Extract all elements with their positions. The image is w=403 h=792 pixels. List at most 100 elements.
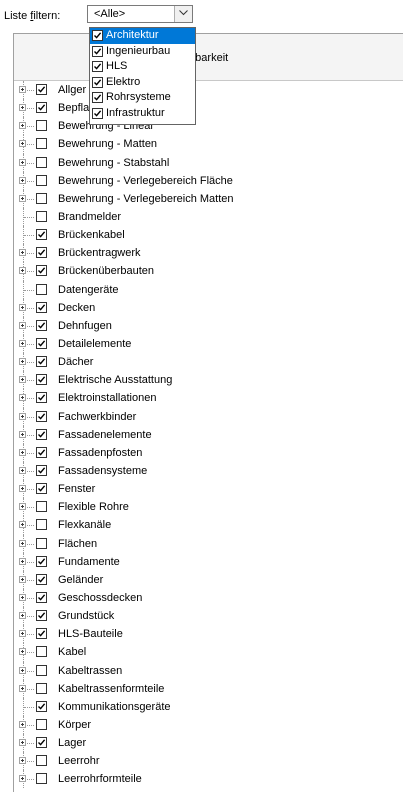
expand-plus-icon[interactable] [19, 684, 26, 692]
category-row[interactable]: Decken [14, 298, 403, 317]
category-row[interactable]: Detailelemente [14, 334, 403, 354]
expand-plus-icon[interactable] [19, 122, 26, 130]
expand-plus-icon[interactable] [19, 86, 26, 93]
category-row[interactable]: Bewehrung - Verlegebereich Fläche [14, 171, 403, 190]
category-row[interactable]: Bewehrung - Linear [14, 117, 403, 136]
discipline-option[interactable]: HLS [90, 59, 195, 75]
category-checkbox[interactable] [36, 682, 47, 694]
category-row[interactable]: Bewehrung - Matten [14, 135, 403, 154]
discipline-checkbox[interactable] [92, 61, 103, 72]
category-row[interactable]: Kabeltrassen [14, 661, 403, 680]
expand-plus-icon[interactable] [19, 158, 26, 166]
expand-plus-icon[interactable] [19, 612, 26, 620]
expand-plus-icon[interactable] [19, 720, 26, 728]
expand-plus-icon[interactable] [19, 394, 26, 402]
category-row[interactable]: Allger [14, 81, 403, 100]
category-checkbox[interactable] [36, 210, 47, 222]
category-row[interactable]: Fundamente [14, 552, 403, 571]
category-row[interactable]: Geschossdecken [14, 588, 403, 608]
category-row[interactable]: Flexkanäle [14, 516, 403, 535]
grid-column-header[interactable]: ntbarkeit [14, 34, 403, 81]
discipline-checkbox[interactable] [92, 45, 103, 57]
category-checkbox[interactable] [36, 301, 47, 313]
category-checkbox[interactable] [36, 737, 47, 749]
discipline-checkbox[interactable] [92, 107, 103, 119]
category-checkbox[interactable] [36, 483, 47, 495]
category-checkbox[interactable] [36, 120, 47, 132]
discipline-option[interactable]: Elektro [90, 75, 195, 91]
category-row[interactable]: Bepfla [14, 99, 403, 118]
category-row[interactable]: HLS-Bauteile [14, 625, 403, 644]
category-checkbox[interactable] [36, 265, 47, 277]
category-row[interactable]: Leerrohrformteile [14, 770, 403, 789]
category-row[interactable]: Datengeräte [14, 280, 403, 299]
discipline-option[interactable]: Ingenieurbau [90, 44, 195, 60]
expand-plus-icon[interactable] [19, 303, 26, 311]
category-checkbox[interactable] [36, 501, 47, 513]
expand-plus-icon[interactable] [19, 430, 26, 438]
expand-plus-icon[interactable] [19, 412, 26, 420]
category-checkbox[interactable] [36, 192, 47, 204]
discipline-checkbox[interactable] [92, 92, 103, 103]
expand-plus-icon[interactable] [19, 267, 26, 275]
category-checkbox[interactable] [36, 174, 47, 186]
category-checkbox[interactable] [36, 102, 47, 114]
discipline-option[interactable]: Architektur [90, 28, 195, 44]
category-row[interactable]: Geländer [14, 570, 403, 589]
category-row[interactable]: Brandmelder [14, 207, 403, 227]
category-checkbox[interactable] [36, 319, 47, 331]
category-row[interactable]: Brückenüberbauten [14, 262, 403, 281]
expand-plus-icon[interactable] [19, 448, 26, 456]
expand-plus-icon[interactable] [19, 140, 26, 148]
expand-plus-icon[interactable] [19, 358, 26, 366]
category-row[interactable]: Fassadensysteme [14, 461, 403, 481]
category-row[interactable]: Bewehrung - Stabstahl [14, 153, 403, 172]
category-checkbox[interactable] [36, 519, 47, 531]
category-checkbox[interactable] [36, 356, 47, 368]
expand-plus-icon[interactable] [19, 194, 26, 202]
category-checkbox[interactable] [36, 247, 47, 259]
category-checkbox[interactable] [36, 773, 47, 785]
category-row[interactable]: Fenster [14, 480, 403, 499]
expand-plus-icon[interactable] [19, 557, 26, 565]
category-checkbox[interactable] [36, 229, 47, 241]
expand-plus-icon[interactable] [19, 666, 26, 674]
filter-combobox[interactable]: <Alle> [87, 5, 193, 23]
category-checkbox[interactable] [36, 591, 47, 603]
category-checkbox[interactable] [36, 138, 47, 150]
category-row[interactable]: Dächer [14, 353, 403, 372]
expand-plus-icon[interactable] [19, 539, 26, 547]
expand-plus-icon[interactable] [19, 503, 26, 511]
expand-plus-icon[interactable] [19, 648, 26, 656]
category-checkbox[interactable] [36, 84, 47, 95]
category-checkbox[interactable] [36, 628, 47, 640]
category-checkbox[interactable] [36, 664, 47, 676]
category-row[interactable]: Lager [14, 734, 403, 753]
expand-plus-icon[interactable] [19, 104, 26, 112]
expand-plus-icon[interactable] [19, 630, 26, 638]
expand-plus-icon[interactable] [19, 176, 26, 184]
category-row[interactable]: Brückentragwerk [14, 244, 403, 263]
category-row[interactable]: Elektroinstallationen [14, 389, 403, 408]
category-checkbox[interactable] [36, 464, 47, 476]
category-checkbox[interactable] [36, 410, 47, 422]
expand-plus-icon[interactable] [19, 775, 26, 783]
expand-plus-icon[interactable] [19, 339, 26, 347]
expand-plus-icon[interactable] [19, 249, 26, 257]
category-checkbox[interactable] [36, 610, 47, 622]
expand-plus-icon[interactable] [19, 485, 26, 493]
discipline-checkbox[interactable] [92, 76, 103, 88]
category-checkbox[interactable] [36, 392, 47, 404]
expand-plus-icon[interactable] [19, 739, 26, 747]
category-checkbox[interactable] [36, 374, 47, 386]
category-row[interactable]: Grundstück [14, 607, 403, 626]
category-row[interactable]: Fassadenelemente [14, 425, 403, 444]
category-row[interactable]: Kommunikationsgeräte [14, 697, 403, 716]
category-checkbox[interactable] [36, 573, 47, 585]
category-row[interactable]: Bewehrung - Verlegebereich Matten [14, 189, 403, 208]
category-checkbox[interactable] [36, 428, 47, 440]
discipline-option[interactable]: Rohrsysteme [90, 90, 195, 106]
category-row[interactable]: Flächen [14, 534, 403, 553]
expand-plus-icon[interactable] [19, 521, 26, 529]
category-checkbox[interactable] [36, 283, 47, 295]
